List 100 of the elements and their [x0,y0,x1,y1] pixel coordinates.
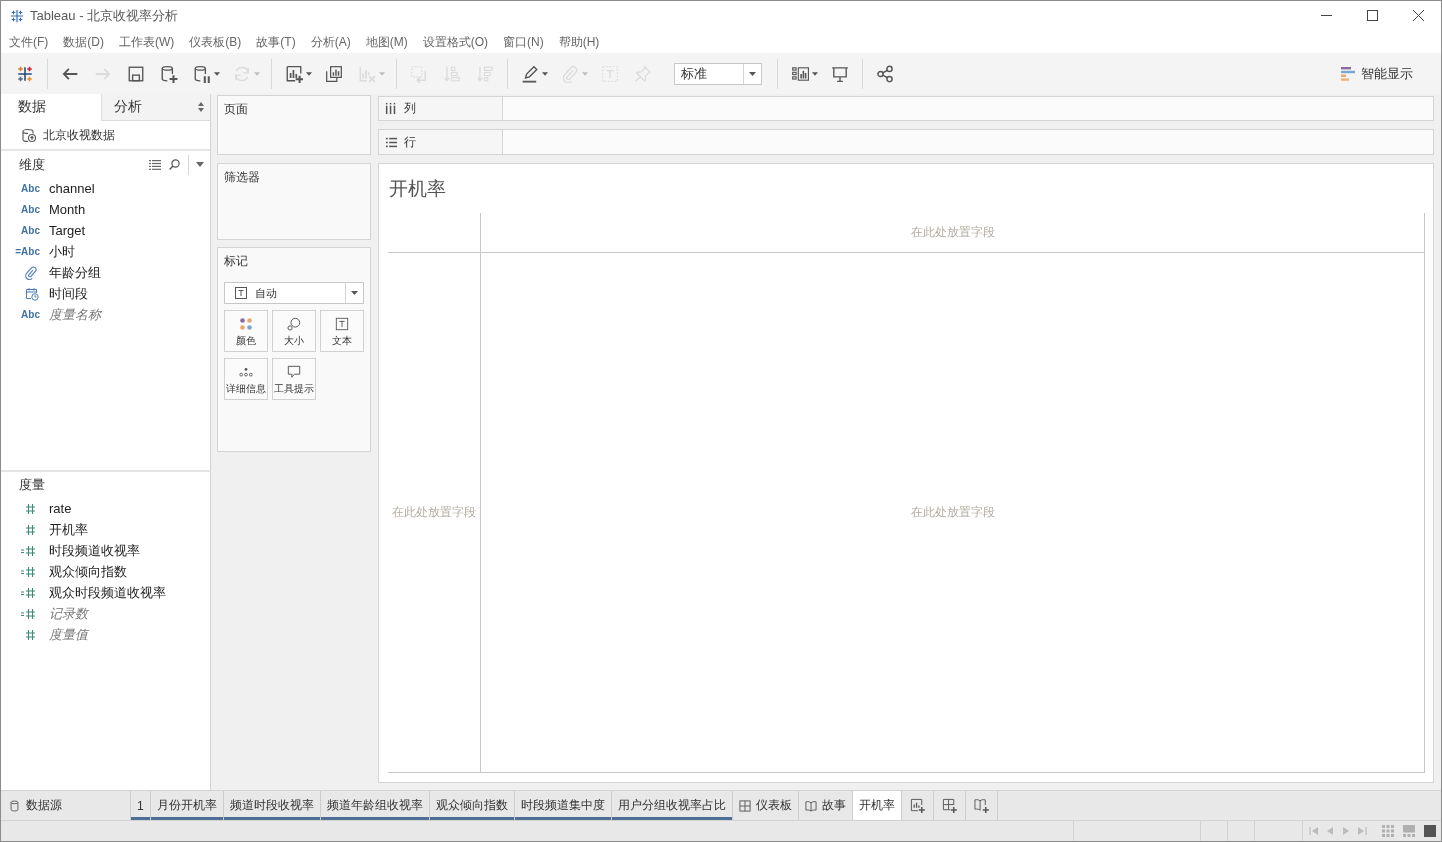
text-box-icon [335,316,349,331]
grid-plus-icon [941,798,957,813]
sheet-tab[interactable]: 1 [131,791,151,820]
data-source-name[interactable]: 北京收视数据 [43,126,115,144]
tooltip-button[interactable]: 工具提示 [272,358,316,400]
logo-icon [16,64,34,83]
thumbnail-grid-icon[interactable] [1382,825,1394,837]
window-title: Tableau - 北京收视率分析 [30,6,179,25]
mark-type-dropdown[interactable]: 自动 [224,282,364,304]
caret-icon [812,71,818,76]
caret-icon [254,71,260,76]
text-button[interactable]: 文本 [320,310,364,352]
section-title: 维度 [19,155,45,174]
section-title: 度量 [19,476,45,494]
shelf-label: 行 [404,133,416,151]
field-name[interactable]: 记录数 [49,604,88,623]
sort-ascending-icon [443,64,461,83]
detail-button[interactable]: 详细信息 [224,358,268,400]
sheet-tab[interactable]: 频道年龄组收视率 [320,791,430,820]
chart-plus-icon [285,64,303,83]
duplicate-chart-icon [325,64,343,83]
sort-descending-icon [476,64,494,83]
caret-icon[interactable] [196,162,204,167]
field-name[interactable]: rate [49,501,72,516]
drop-hint: 在此处放置字段 [392,504,476,521]
caret-icon [306,71,312,76]
refresh-icon [233,64,251,83]
updown-arrows-icon [198,102,204,112]
circles-icon [287,316,301,331]
show-me-button[interactable]: 智能显示 [1341,64,1413,83]
field-name[interactable]: 度量值 [49,625,88,644]
shelf-label: 列 [404,100,416,117]
chart-plus-icon [909,798,925,813]
sheet-tab[interactable]: 月份开机率 [150,791,224,820]
view-title: 开机率 [389,177,446,201]
sheet-tab[interactable]: 时段频道集中度 [514,791,612,820]
projector-screen-icon [831,64,849,83]
menu-item[interactable]: 设置格式(O) [422,33,488,50]
save-icon [127,64,145,83]
data-type-label: Abc [21,183,40,194]
menu-item[interactable]: 故事(T) [256,33,296,50]
calendar-clock-icon [25,286,39,301]
share-icon [876,64,894,83]
pages-card[interactable]: 页面 [217,95,371,155]
sheet-tab[interactable]: 开机率 [852,791,902,820]
menu-item[interactable]: 地图(M) [365,33,408,50]
caret-icon [542,71,548,76]
card-title: 标记 [223,253,249,268]
data-type-label: Abc [21,309,40,320]
field-name[interactable]: 时段频道收视率 [49,541,140,560]
colored-dots-icon [239,316,253,331]
card-title: 筛选器 [223,169,261,184]
field-name[interactable]: 度量名称 [49,305,101,324]
card-title: 页面 [223,101,249,116]
size-button[interactable]: 大小 [272,310,316,352]
menu-item[interactable]: 分析(A) [310,33,351,50]
caret-icon [582,71,588,76]
menu-item[interactable]: 帮助(H) [558,33,600,50]
data-type-label: =Abc [15,246,40,257]
field-name[interactable]: 时间段 [49,284,88,303]
chart-list-icon [791,64,809,83]
field-name[interactable]: Target [49,223,86,238]
menu-item[interactable]: 仪表板(B) [189,33,242,50]
database-link-icon [21,127,37,143]
menu-item[interactable]: 文件(F) [9,33,49,50]
sheet-tab[interactable]: 频道时段收视率 [223,791,321,820]
app-logo-icon [10,8,24,23]
menu-item[interactable]: 窗口(N) [503,33,544,50]
field-name[interactable]: 小时 [49,242,75,261]
rows-shelf[interactable]: 行 [378,129,1434,155]
field-name[interactable]: 开机率 [49,520,88,539]
menu-item[interactable]: 数据(D) [63,33,104,50]
text-box-icon [235,287,247,299]
caret-icon [351,291,358,295]
chart-cross-icon [358,64,376,83]
fit-dropdown[interactable]: 标准 [674,62,762,85]
columns-shelf[interactable]: 列 [378,96,1434,121]
pane-tab[interactable]: 分析 [101,94,210,121]
database-pause-icon [193,64,211,83]
field-name[interactable]: 观众时段频道收视率 [49,583,166,602]
sheet-tab[interactable]: 用户分组收视率占比 [611,791,733,820]
field-name[interactable]: 年龄分组 [49,263,101,282]
field-name[interactable]: channel [49,181,95,196]
sheet-tab[interactable]: 观众倾向指数 [429,791,515,820]
drop-hint: 在此处放置字段 [910,504,995,521]
speech-bubble-icon [287,364,301,379]
filmstrip-icon[interactable] [1403,825,1415,837]
field-name[interactable]: 观众倾向指数 [49,562,127,581]
caret-icon [379,71,385,76]
search-icon[interactable] [169,159,180,170]
list-view-icon[interactable] [149,159,161,170]
menu-item[interactable]: 工作表(W) [119,33,175,50]
caret-icon [749,71,756,76]
filters-card[interactable]: 筛选器 [217,163,371,240]
data-type-label: Abc [21,204,40,215]
color-button[interactable]: 颜色 [224,310,268,352]
pen-icon [521,64,539,83]
column-bars-icon [385,102,398,115]
bar-chart-icon [1341,66,1355,81]
field-name[interactable]: Month [49,202,86,217]
